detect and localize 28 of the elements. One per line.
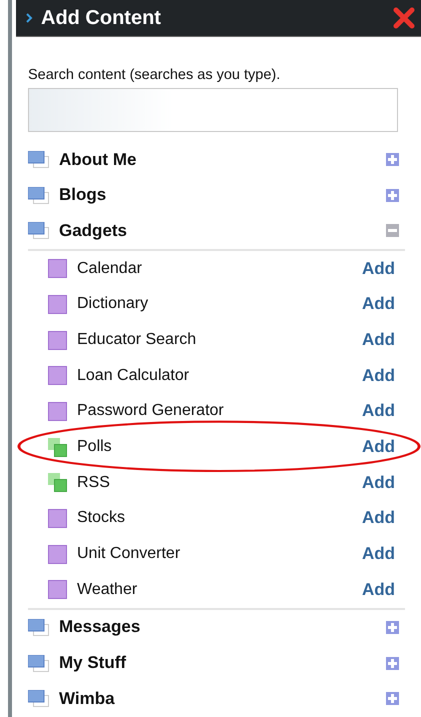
category-title[interactable]: Messages bbox=[59, 617, 386, 638]
gadget-name: Unit Converter bbox=[77, 545, 182, 564]
gadget-name: Polls bbox=[77, 438, 113, 456]
add-link[interactable]: Add bbox=[362, 401, 395, 422]
add-link[interactable]: Add bbox=[362, 544, 395, 564]
category-title[interactable]: Gadgets bbox=[59, 220, 386, 241]
add-link[interactable]: Add bbox=[362, 580, 395, 600]
search-label: Search content (searches as you type). bbox=[28, 67, 282, 83]
panel-title: Add Content bbox=[41, 6, 162, 30]
category-title[interactable]: My Stuff bbox=[59, 653, 386, 674]
add-link[interactable]: Add bbox=[362, 508, 395, 528]
gadget-name: Stocks bbox=[77, 509, 126, 528]
gadget-name: Loan Calculator bbox=[77, 366, 190, 385]
gadget-name: Calendar bbox=[77, 260, 143, 278]
gadget-name: Password Generator bbox=[77, 402, 225, 420]
category-title[interactable]: Blogs bbox=[59, 185, 386, 206]
add-link[interactable]: Add bbox=[362, 472, 395, 493]
add-link[interactable]: Add bbox=[362, 437, 395, 458]
category-title[interactable]: Wimba bbox=[59, 688, 386, 709]
add-link[interactable]: Add bbox=[362, 330, 395, 350]
gadget-name: RSS bbox=[77, 474, 111, 492]
add-link[interactable]: Add bbox=[362, 258, 395, 279]
add-link[interactable]: Add bbox=[362, 366, 395, 386]
gadget-name: Weather bbox=[77, 580, 138, 599]
add-link[interactable]: Add bbox=[362, 294, 395, 314]
gadget-name: Educator Search bbox=[77, 331, 198, 349]
category-title[interactable]: About Me bbox=[59, 150, 386, 170]
gadget-name: Dictionary bbox=[77, 295, 150, 314]
